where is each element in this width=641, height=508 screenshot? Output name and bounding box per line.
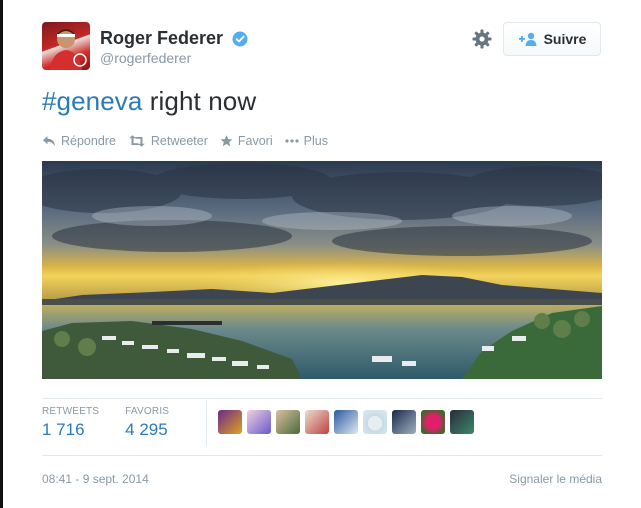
tweet-body: right now	[142, 86, 257, 116]
tweet-actions: Répondre Retweeter Favori Plus	[42, 134, 328, 148]
favoriters-avatars	[218, 410, 474, 434]
avatar[interactable]	[218, 410, 242, 434]
tweet-stats: RETWEETS 1 716 FAVORIS 4 295	[42, 406, 195, 440]
window-edge	[0, 0, 3, 508]
avatar[interactable]	[276, 410, 300, 434]
retweet-icon	[129, 135, 145, 147]
avatar[interactable]	[392, 410, 416, 434]
reply-label: Répondre	[61, 134, 116, 148]
retweets-stat[interactable]: RETWEETS 1 716	[42, 406, 99, 440]
retweets-count: 1 716	[42, 420, 85, 439]
avatar[interactable]	[334, 410, 358, 434]
avatar[interactable]	[42, 22, 90, 70]
more-dots-icon	[285, 139, 299, 143]
retweets-label: RETWEETS	[42, 406, 100, 417]
favorites-label: FAVORIS	[125, 406, 170, 417]
retweet-label: Retweeter	[150, 134, 208, 148]
avatar[interactable]	[363, 410, 387, 434]
follow-button[interactable]: Suivre	[503, 22, 601, 56]
reply-icon	[43, 136, 55, 146]
hashtag-link[interactable]: #geneva	[42, 86, 142, 116]
favorites-count: 4 295	[125, 420, 168, 439]
author-fullname[interactable]: Roger Federer	[100, 28, 223, 49]
avatar[interactable]	[450, 410, 474, 434]
author-block[interactable]: Roger Federer	[100, 28, 248, 49]
author-screen-name[interactable]: @rogerfederer	[100, 50, 191, 66]
verified-badge-icon	[232, 31, 247, 46]
favorite-label: Favori	[237, 134, 273, 148]
avatar[interactable]	[247, 410, 271, 434]
avatar[interactable]	[421, 410, 445, 434]
star-icon	[220, 135, 233, 147]
follow-label: Suivre	[543, 31, 587, 47]
stats-separator	[206, 400, 207, 446]
gear-icon[interactable]	[472, 29, 492, 49]
reply-button[interactable]: Répondre	[42, 134, 116, 148]
retweet-button[interactable]: Retweeter	[128, 134, 208, 148]
tweet-timestamp[interactable]: 08:41 - 9 sept. 2014	[42, 472, 149, 486]
favorites-stat[interactable]: FAVORIS 4 295	[125, 406, 169, 440]
report-media-link[interactable]: Signaler le média	[509, 472, 602, 486]
more-button[interactable]: Plus	[285, 134, 328, 148]
tweet-text: #geneva right now	[42, 86, 256, 117]
more-label: Plus	[303, 134, 328, 148]
avatar[interactable]	[305, 410, 329, 434]
tweet-photo[interactable]	[42, 161, 602, 379]
avatar-image	[50, 29, 87, 70]
divider-top	[42, 398, 602, 399]
divider-bottom	[42, 455, 602, 456]
favorite-button[interactable]: Favori	[220, 134, 273, 148]
add-user-icon	[518, 32, 537, 46]
